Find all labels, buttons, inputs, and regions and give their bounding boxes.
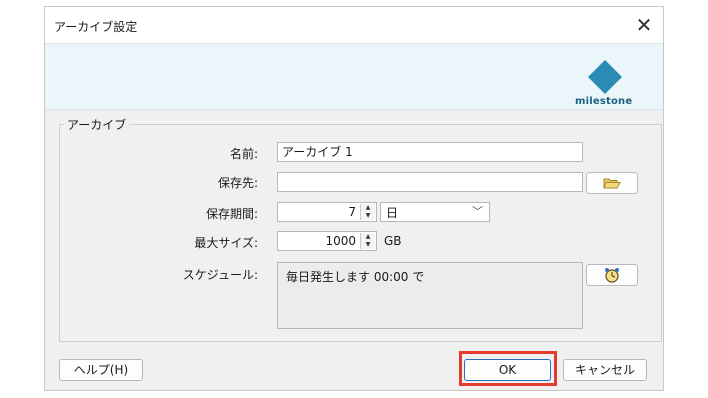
destination-label: 保存先: <box>217 176 258 190</box>
retention-value: 7 <box>348 205 356 219</box>
ok-button[interactable]: OK <box>464 359 551 381</box>
schedule-display: 毎日発生します 00:00 で <box>277 262 583 329</box>
clock-icon <box>605 268 619 283</box>
name-label: 名前: <box>229 147 258 161</box>
schedule-text: 毎日発生します 00:00 で <box>286 270 425 284</box>
retention-unit-select[interactable]: 日 ﹀ <box>380 202 490 222</box>
milestone-logo-text: milestone <box>575 96 633 107</box>
spin-down-icon[interactable]: ▼ <box>361 212 375 220</box>
browse-folder-button[interactable] <box>586 172 638 194</box>
spin-down-icon[interactable]: ▼ <box>361 241 375 249</box>
header-banner: milestone <box>45 44 663 110</box>
destination-input[interactable] <box>277 172 583 192</box>
schedule-label: スケジュール: <box>182 268 258 282</box>
title-bar: アーカイブ設定 ✕ <box>45 7 663 44</box>
retention-label: 保存期間: <box>205 207 258 221</box>
close-button[interactable]: ✕ <box>629 10 659 40</box>
spin-up-icon[interactable]: ▲ <box>361 204 375 212</box>
max-size-value: 1000 <box>325 234 356 248</box>
retention-stepper[interactable]: 7 ▲ ▼ <box>277 202 377 222</box>
window-title: アーカイブ設定 <box>54 20 138 34</box>
max-size-spin[interactable]: ▲ ▼ <box>360 233 375 249</box>
max-size-label: 最大サイズ: <box>194 236 258 250</box>
retention-spin[interactable]: ▲ ▼ <box>360 204 375 220</box>
folder-icon <box>603 178 621 189</box>
archive-group-title: アーカイブ <box>64 116 130 133</box>
milestone-logo-icon <box>588 60 622 94</box>
schedule-button[interactable] <box>586 264 638 286</box>
cancel-button[interactable]: キャンセル <box>563 359 647 381</box>
chevron-down-icon: ﹀ <box>472 205 483 218</box>
max-size-stepper[interactable]: 1000 ▲ ▼ <box>277 231 377 251</box>
name-input[interactable]: アーカイブ 1 <box>277 142 583 162</box>
help-button[interactable]: ヘルプ(H) <box>59 359 143 381</box>
max-size-unit: GB <box>384 234 402 248</box>
retention-unit-value: 日 <box>386 206 399 220</box>
spin-up-icon[interactable]: ▲ <box>361 233 375 241</box>
